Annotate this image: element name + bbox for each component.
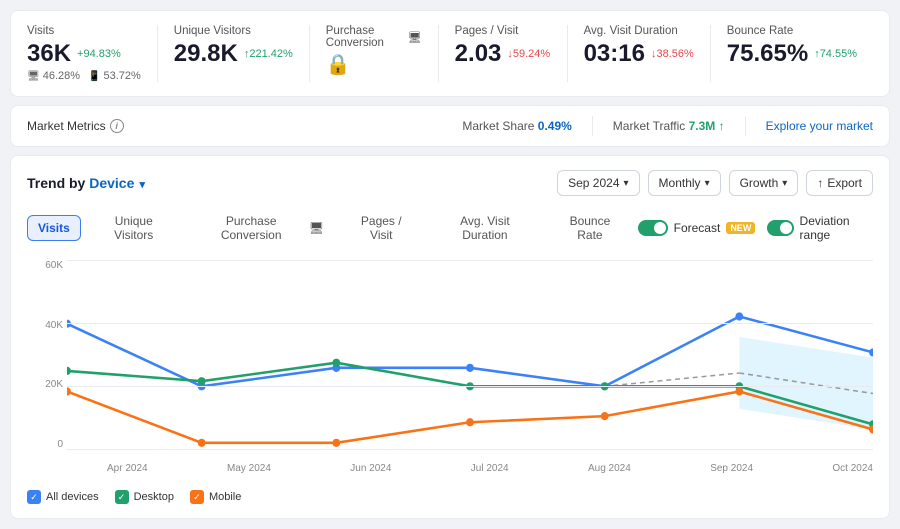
desktop-label: Desktop bbox=[134, 491, 174, 503]
x-label-jun: Jun 2024 bbox=[350, 463, 391, 474]
visits-sub: 🖥 46.28% 📱 53.72% bbox=[27, 70, 141, 82]
tab-purchase-conversion[interactable]: Purchase Conversion 🖥 bbox=[187, 208, 335, 248]
avg-duration-value: 03:16 ↓38.56% bbox=[584, 40, 694, 68]
device-link[interactable]: Device bbox=[89, 175, 134, 191]
tab-visits[interactable]: Visits bbox=[27, 215, 81, 241]
unique-visitors-change: ↑221.42% bbox=[244, 48, 293, 60]
purchase-conversion-value: 🔒 bbox=[326, 52, 422, 77]
x-labels: Apr 2024 May 2024 Jun 2024 Jul 2024 Aug … bbox=[107, 463, 873, 474]
interval-button[interactable]: Monthly ▾ bbox=[648, 170, 721, 196]
grid-line-40k bbox=[67, 323, 873, 324]
metrics-bar: Visits 36K +94.83% 🖥 46.28% 📱 53.72% Uni… bbox=[10, 10, 890, 97]
chart-section: Trend by Device ▾ Sep 2024 ▾ Monthly ▾ G… bbox=[10, 155, 890, 519]
tab-avg-duration[interactable]: Avg. Visit Duration bbox=[428, 208, 543, 248]
metric-avg-duration: Avg. Visit Duration 03:16 ↓38.56% bbox=[568, 25, 711, 82]
chevron-down-icon: ▾ bbox=[782, 178, 787, 189]
chart-area: 0 20K 40K 60K bbox=[27, 260, 873, 480]
avg-duration-change: ↓38.56% bbox=[651, 48, 694, 60]
forecast-switch[interactable] bbox=[638, 220, 668, 236]
deviation-toggle: Deviation range bbox=[767, 214, 873, 242]
chevron-down-icon: ▾ bbox=[705, 178, 710, 189]
mobile-label: Mobile bbox=[209, 491, 241, 503]
chevron-down-icon: ▾ bbox=[136, 179, 145, 191]
info-icon[interactable]: i bbox=[110, 119, 124, 133]
purchase-conversion-label: Purchase Conversion 🖥 bbox=[326, 25, 422, 49]
main-container: Visits 36K +94.83% 🖥 46.28% 📱 53.72% Uni… bbox=[0, 0, 900, 529]
chevron-down-icon: ▾ bbox=[624, 178, 629, 189]
metric-tabs: Visits Unique Visitors Purchase Conversi… bbox=[27, 208, 873, 248]
tab-pages-visit[interactable]: Pages / Visit bbox=[339, 208, 424, 248]
mobile-icon: 📱 bbox=[88, 71, 100, 82]
grid-line-0 bbox=[67, 449, 873, 450]
y-label-40k: 40K bbox=[27, 320, 63, 331]
chart-inner: Apr 2024 May 2024 Jun 2024 Jul 2024 Aug … bbox=[67, 260, 873, 450]
y-axis: 0 20K 40K 60K bbox=[27, 260, 63, 450]
upload-icon: ↑ bbox=[817, 176, 823, 190]
x-label-may: May 2024 bbox=[227, 463, 271, 474]
x-label-oct: Oct 2024 bbox=[832, 463, 873, 474]
all-devices-label: All devices bbox=[46, 491, 99, 503]
pages-visit-label: Pages / Visit bbox=[455, 25, 551, 37]
visits-label: Visits bbox=[27, 25, 141, 37]
forecast-toggle-group: Forecast new Deviation range bbox=[638, 214, 873, 242]
market-traffic: Market Traffic 7.3M ↑ bbox=[613, 119, 725, 133]
unique-visitors-value: 29.8K ↑221.42% bbox=[174, 40, 293, 68]
unique-visitors-label: Unique Visitors bbox=[174, 25, 293, 37]
explore-market-link[interactable]: Explore your market bbox=[766, 119, 873, 133]
market-share: Market Share 0.49% bbox=[462, 119, 571, 133]
metric-purchase-conversion: Purchase Conversion 🖥 🔒 bbox=[310, 25, 439, 82]
tab-bounce-rate[interactable]: Bounce Rate bbox=[546, 208, 633, 248]
pages-visit-value: 2.03 ↓59.24% bbox=[455, 40, 551, 68]
date-picker-button[interactable]: Sep 2024 ▾ bbox=[557, 170, 639, 196]
forecast-toggle: Forecast new bbox=[638, 220, 756, 236]
chart-header: Trend by Device ▾ Sep 2024 ▾ Monthly ▾ G… bbox=[27, 170, 873, 196]
lock-icon: 🔒 bbox=[326, 52, 351, 77]
market-metrics-label: Market Metrics i bbox=[27, 119, 124, 133]
monitor-icon-tab: 🖥 bbox=[309, 221, 324, 235]
y-label-20k: 20K bbox=[27, 379, 63, 390]
bounce-rate-label: Bounce Rate bbox=[727, 25, 857, 37]
new-badge: new bbox=[726, 222, 755, 234]
visits-value: 36K +94.83% bbox=[27, 40, 141, 68]
market-share-value: 0.49% bbox=[538, 119, 572, 133]
bounce-rate-change: ↑74.55% bbox=[814, 48, 857, 60]
metric-bounce-rate: Bounce Rate 75.65% ↑74.55% bbox=[711, 25, 873, 82]
monitor-icon-pc: 🖥 bbox=[408, 31, 422, 44]
metric-unique-visitors: Unique Visitors 29.8K ↑221.42% bbox=[158, 25, 310, 82]
chart-title: Trend by Device ▾ bbox=[27, 175, 145, 191]
metric-button[interactable]: Growth ▾ bbox=[729, 170, 799, 196]
x-label-sep: Sep 2024 bbox=[710, 463, 753, 474]
x-label-apr: Apr 2024 bbox=[107, 463, 148, 474]
x-label-jul: Jul 2024 bbox=[471, 463, 509, 474]
chart-controls: Sep 2024 ▾ Monthly ▾ Growth ▾ ↑ Export bbox=[557, 170, 873, 196]
market-bar: Market Metrics i Market Share 0.49% Mark… bbox=[10, 105, 890, 147]
metric-pages-visit: Pages / Visit 2.03 ↓59.24% bbox=[439, 25, 568, 82]
visits-change: +94.83% bbox=[77, 48, 121, 60]
export-button[interactable]: ↑ Export bbox=[806, 170, 873, 196]
grid-line-60k bbox=[67, 260, 873, 261]
y-label-0: 0 bbox=[27, 439, 63, 450]
grid-line-20k bbox=[67, 386, 873, 387]
x-label-aug: Aug 2024 bbox=[588, 463, 631, 474]
tab-unique-visitors[interactable]: Unique Visitors bbox=[85, 208, 183, 248]
market-traffic-value: 7.3M ↑ bbox=[689, 119, 725, 133]
avg-duration-label: Avg. Visit Duration bbox=[584, 25, 694, 37]
bounce-rate-value: 75.65% ↑74.55% bbox=[727, 40, 857, 68]
monitor-icon: 🖥 bbox=[27, 71, 40, 82]
deviation-switch[interactable] bbox=[767, 220, 793, 236]
grid-lines bbox=[67, 260, 873, 450]
pages-visit-change: ↓59.24% bbox=[507, 48, 550, 60]
metric-visits: Visits 36K +94.83% 🖥 46.28% 📱 53.72% bbox=[27, 25, 158, 82]
y-label-60k: 60K bbox=[27, 260, 63, 271]
